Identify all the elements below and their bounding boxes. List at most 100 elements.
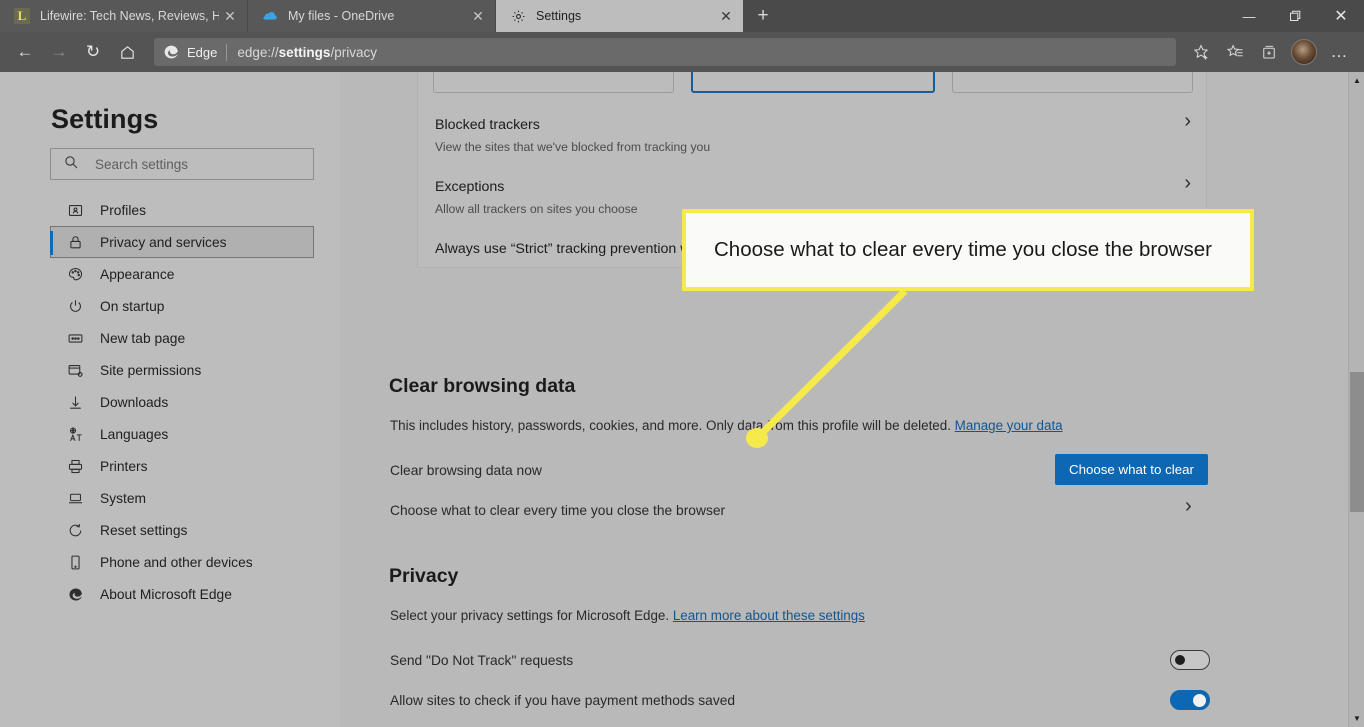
new-tab-button[interactable]: + [744, 0, 782, 32]
omnibox-brand-label: Edge [187, 44, 218, 60]
tracking-card-balanced[interactable]: • Blocks known harmful trackers [691, 72, 935, 93]
browser-tab-onedrive[interactable]: My files - OneDrive ✕ [248, 0, 496, 32]
power-icon [66, 297, 84, 315]
more-options-icon[interactable]: … [1322, 35, 1356, 69]
sidebar-item-reset-settings[interactable]: Reset settings [50, 514, 314, 546]
sidebar-item-label: Phone and other devices [100, 554, 253, 570]
sidebar-item-label: Appearance [100, 266, 175, 282]
omnibox-divider [226, 43, 228, 61]
browser-toolbar: ← → ↻ Edge edge://settings/privacy … [0, 32, 1364, 72]
printer-icon [66, 457, 84, 475]
chevron-right-icon: › [1184, 172, 1191, 194]
settings-page: Settings Profiles [0, 72, 1364, 727]
tracking-card-strict[interactable]: • Blocks known harmful trackers [951, 72, 1193, 93]
payment-methods-toggle[interactable] [1170, 690, 1210, 710]
sidebar-item-label: Profiles [100, 202, 147, 218]
tab-title: Settings [536, 9, 582, 23]
search-settings-box[interactable] [50, 148, 314, 180]
sidebar-item-on-startup[interactable]: On startup [50, 290, 314, 322]
sidebar-item-label: About Microsoft Edge [100, 586, 232, 602]
laptop-icon [66, 489, 84, 507]
annotation-callout: Choose what to clear every time you clos… [682, 209, 1254, 291]
learn-more-about-these-settings-link[interactable]: Learn more about these settings [673, 608, 865, 623]
close-icon[interactable]: ✕ [467, 5, 489, 27]
scroll-down-arrow-icon[interactable]: ▼ [1349, 710, 1364, 727]
heading-clear-browsing-data: Clear browsing data [389, 375, 576, 397]
search-input[interactable] [93, 155, 297, 173]
settings-content: • Blocks known harmful trackers • Blocks… [340, 72, 1364, 727]
sidebar-item-system[interactable]: System [50, 482, 314, 514]
toggle-knob [1175, 655, 1185, 665]
add-favorite-icon[interactable] [1184, 35, 1218, 69]
row-blocked-trackers[interactable]: Blocked trackers View the sites that we'… [435, 111, 1191, 154]
palette-icon [66, 265, 84, 283]
home-icon[interactable] [110, 35, 144, 69]
sidebar-item-privacy-and-services[interactable]: Privacy and services [50, 226, 314, 258]
chevron-right-icon[interactable]: › [1185, 496, 1364, 516]
privacy-description: Select your privacy settings for Microso… [390, 608, 865, 623]
favorites-icon[interactable] [1218, 35, 1252, 69]
tracking-prevention-card-row: • Blocks known harmful trackers • Blocks… [433, 72, 1193, 99]
sidebar-item-about-microsoft-edge[interactable]: About Microsoft Edge [50, 578, 314, 610]
row-clear-browsing-data-now-label: Clear browsing data now [390, 463, 542, 478]
address-bar[interactable]: Edge edge://settings/privacy [154, 38, 1176, 66]
window-controls: — ✕ [1226, 0, 1364, 32]
close-icon[interactable]: ✕ [219, 5, 241, 27]
collections-icon[interactable] [1252, 35, 1286, 69]
sidebar-item-label: Downloads [100, 394, 169, 410]
chevron-right-icon: › [1184, 110, 1191, 132]
back-icon[interactable]: ← [8, 35, 42, 69]
sidebar-item-profiles[interactable]: Profiles [50, 194, 314, 226]
tracking-card-basic[interactable] [433, 72, 675, 93]
settings-nav-list: Profiles Privacy and services Appearance… [50, 194, 314, 610]
sidebar-item-label: New tab page [100, 330, 186, 346]
row-do-not-track-label: Send "Do Not Track" requests [390, 653, 574, 668]
heading-privacy: Privacy [389, 565, 459, 587]
row-label: Blocked trackers [435, 117, 540, 133]
onedrive-favicon [262, 8, 278, 24]
page-scrollbar[interactable]: ▲ ▼ [1348, 72, 1364, 727]
row-payment-methods-label: Allow sites to check if you have payment… [390, 693, 736, 708]
sidebar-item-appearance[interactable]: Appearance [50, 258, 314, 290]
lifewire-favicon: L [14, 8, 30, 24]
sidebar-item-printers[interactable]: Printers [50, 450, 314, 482]
lock-icon [66, 233, 84, 251]
new-tab-page-icon [66, 329, 84, 347]
close-icon[interactable]: ✕ [715, 5, 737, 27]
phone-icon [66, 553, 84, 571]
scroll-up-arrow-icon[interactable]: ▲ [1349, 72, 1364, 89]
sidebar-item-phone-and-other-devices[interactable]: Phone and other devices [50, 546, 314, 578]
annotation-callout-text: Choose what to clear every time you clos… [714, 238, 1212, 261]
scrollbar-thumb[interactable] [1350, 372, 1364, 512]
choose-what-to-clear-button[interactable]: Choose what to clear [1055, 454, 1208, 485]
gear-icon [510, 8, 526, 24]
address-bar-url: edge://settings/privacy [237, 44, 377, 60]
manage-your-data-link[interactable]: Manage your data [955, 418, 1063, 433]
browser-tab-settings[interactable]: Settings ✕ [496, 0, 744, 32]
clear-browsing-description-text: This includes history, passwords, cookie… [390, 418, 951, 433]
languages-icon [66, 425, 84, 443]
tab-strip: L Lifewire: Tech News, Reviews, He ✕ My … [0, 0, 1364, 32]
browser-tab-lifewire[interactable]: L Lifewire: Tech News, Reviews, He ✕ [0, 0, 248, 32]
maximize-button[interactable] [1272, 0, 1318, 32]
sidebar-item-languages[interactable]: Languages [50, 418, 314, 450]
row-label: Exceptions [435, 179, 505, 195]
tab-title: Lifewire: Tech News, Reviews, He [40, 9, 219, 23]
page-title: Settings [51, 104, 159, 134]
sidebar-item-site-permissions[interactable]: Site permissions [50, 354, 314, 386]
row-choose-what-to-clear-on-close-label[interactable]: Choose what to clear every time you clos… [390, 503, 725, 518]
minimize-button[interactable]: — [1226, 0, 1272, 32]
sidebar-item-label: Reset settings [100, 522, 188, 538]
edge-logo-icon [66, 585, 84, 603]
sidebar-item-new-tab-page[interactable]: New tab page [50, 322, 314, 354]
forward-icon[interactable]: → [42, 35, 76, 69]
sidebar-item-label: Privacy and services [100, 234, 227, 250]
settings-sidebar: Settings Profiles [0, 72, 340, 727]
reload-icon[interactable]: ↻ [76, 35, 110, 69]
do-not-track-toggle[interactable] [1170, 650, 1210, 670]
row-sublabel: View the sites that we've blocked from t… [435, 140, 711, 154]
download-arrow-icon [66, 393, 84, 411]
sidebar-item-downloads[interactable]: Downloads [50, 386, 314, 418]
avatar[interactable] [1291, 39, 1317, 65]
close-window-button[interactable]: ✕ [1318, 0, 1364, 32]
